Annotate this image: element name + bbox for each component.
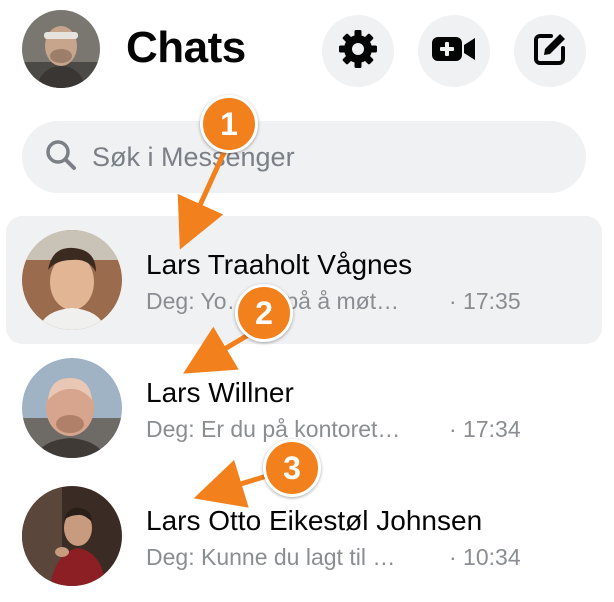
messenger-chats-screen: Chats Søk i Messenger Lars Traaholt Vågn… (0, 0, 614, 602)
contact-avatar (22, 230, 122, 330)
annotation-badge-3: 3 (263, 439, 321, 497)
contact-name: Lars Otto Eikestøl Johnsen (146, 505, 483, 536)
annotation-badge-1: 1 (200, 95, 258, 153)
message-time: · 17:35 (449, 288, 521, 314)
settings-button[interactable] (322, 15, 394, 87)
message-preview: Deg: Er du på kontoret… (146, 416, 401, 442)
compose-icon (530, 29, 570, 74)
contact-name: Lars Traaholt Vågnes (146, 249, 413, 280)
contact-avatar (22, 486, 122, 586)
new-video-call-button[interactable] (418, 15, 490, 87)
video-plus-icon (431, 32, 477, 71)
message-time: · 17:34 (449, 416, 521, 442)
contact-avatar (22, 358, 122, 458)
annotation-badge-2: 2 (235, 284, 293, 342)
chat-list-item[interactable]: Lars Traaholt Vågnes Deg: Yo… … på å møt… (6, 216, 602, 344)
page-title: Chats (126, 23, 246, 72)
search-icon (44, 138, 78, 177)
contact-name: Lars Willner (146, 377, 294, 408)
gear-icon (336, 27, 380, 76)
new-message-button[interactable] (514, 15, 586, 87)
search-input[interactable]: Søk i Messenger (22, 121, 586, 193)
profile-avatar[interactable] (22, 10, 100, 88)
message-preview: Deg: Kunne du lagt til … (146, 544, 396, 570)
message-time: · 10:34 (449, 544, 521, 570)
search-placeholder: Søk i Messenger (92, 141, 295, 172)
